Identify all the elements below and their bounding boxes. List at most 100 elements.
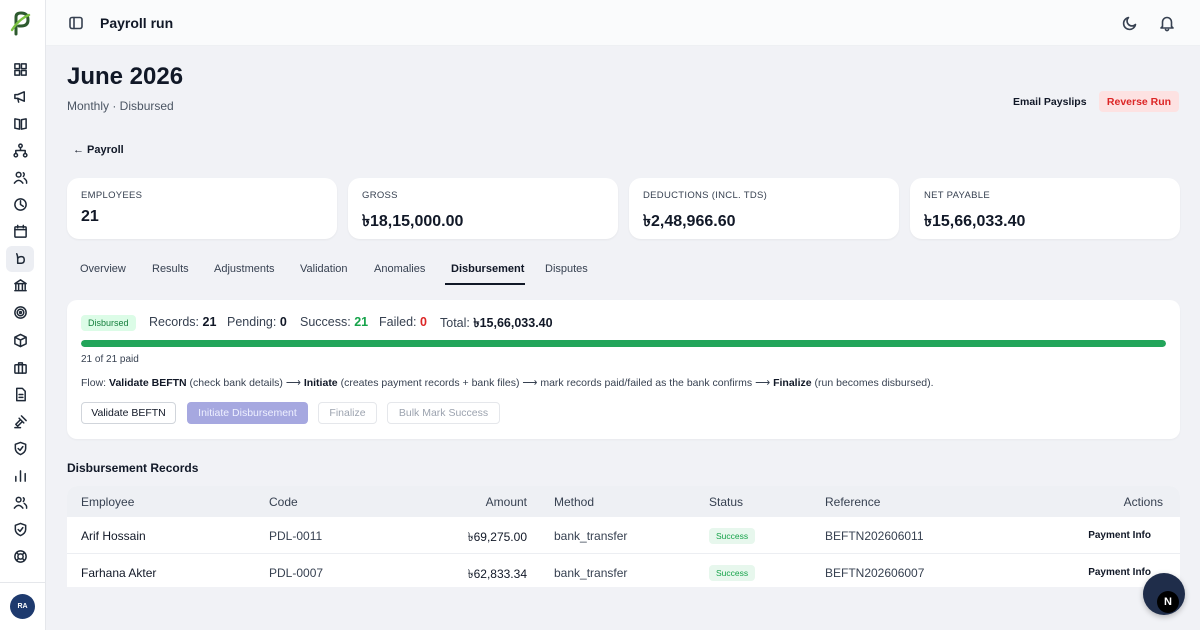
sidebar-divider xyxy=(0,582,46,583)
sidebar-item-org-chart[interactable] xyxy=(6,137,34,163)
top-bar: Payroll run xyxy=(46,0,1200,46)
book-icon xyxy=(13,117,27,130)
tab-results[interactable]: Results xyxy=(152,263,189,275)
progress-fill xyxy=(81,340,1166,347)
dashboard-icon xyxy=(13,62,27,76)
sidebar-item-package[interactable] xyxy=(6,327,34,353)
employee-code: PDL-0011 xyxy=(269,529,323,543)
sidebar-item-book[interactable] xyxy=(6,110,34,136)
sidebar-item-briefcase[interactable] xyxy=(6,354,34,380)
sidebar-item-clock[interactable] xyxy=(6,192,34,218)
page-subtitle: Monthly · Disbursed xyxy=(67,99,174,113)
reverse-run-button[interactable]: Reverse Run xyxy=(1099,91,1179,112)
validate-beftn-button[interactable]: Validate BEFTN xyxy=(81,402,176,424)
table-row[interactable]: Farhana Akter PDL-0007 ৳62,833.34 bank_t… xyxy=(67,554,1180,587)
stat-card-gross: GROSS ৳18,15,000.00 xyxy=(348,178,618,239)
org-chart-icon xyxy=(12,143,28,158)
stat-label: EMPLOYEES xyxy=(81,190,143,201)
package-icon xyxy=(13,333,27,347)
tab-anomalies[interactable]: Anomalies xyxy=(374,263,425,275)
clock-icon xyxy=(13,198,27,211)
sidebar-item-shield-check[interactable] xyxy=(6,517,34,543)
gavel-icon xyxy=(13,414,27,429)
finalize-button[interactable]: Finalize xyxy=(318,402,377,424)
stat-label: DEDUCTIONS (INCL. TDS) xyxy=(643,190,768,201)
column-header[interactable]: Code xyxy=(269,495,298,509)
flow-description: Flow: Validate BEFTN (check bank details… xyxy=(81,377,934,389)
sidebar-item-calendar[interactable] xyxy=(6,219,34,245)
calendar-icon xyxy=(13,224,27,238)
failed-summary: Failed: 0 xyxy=(379,315,427,329)
sidebar-item-dashboard[interactable] xyxy=(6,56,34,82)
method: bank_transfer xyxy=(554,529,628,543)
table-row[interactable]: Arif Hossain PDL-0011 ৳69,275.00 bank_tr… xyxy=(67,517,1180,554)
column-header[interactable]: Status xyxy=(709,495,743,509)
shield-check-icon xyxy=(14,522,26,537)
sidebar-item-users[interactable] xyxy=(6,164,34,190)
sidebar-item-payroll[interactable] xyxy=(6,245,34,272)
moon-icon[interactable] xyxy=(1121,14,1139,32)
stat-value: ৳2,48,966.60 xyxy=(643,213,736,230)
sidebar-item-shield[interactable] xyxy=(6,435,34,461)
records-title: Disbursement Records xyxy=(67,461,199,475)
column-header[interactable]: Method xyxy=(554,495,594,509)
sidebar-item-document[interactable] xyxy=(6,381,34,407)
pending-summary: Pending: 0 xyxy=(227,315,287,329)
sidebar: RA xyxy=(0,0,46,630)
status-badge: Success xyxy=(709,528,756,544)
sidebar-item-bank[interactable] xyxy=(6,273,34,299)
megaphone-icon xyxy=(13,90,25,103)
reference: BEFTN202606011 xyxy=(825,529,924,543)
stat-value: 21 xyxy=(81,208,99,225)
sidebar-toggle-icon[interactable] xyxy=(68,15,84,31)
initiate-disbursement-button[interactable]: Initiate Disbursement xyxy=(187,402,308,424)
employee-code: PDL-0007 xyxy=(269,566,324,580)
lifebuoy-icon xyxy=(13,550,27,564)
disbursement-records-table: Employee Code Amount Method Status Refer… xyxy=(67,486,1180,587)
sidebar-item-target[interactable] xyxy=(6,300,34,326)
payroll-icon xyxy=(15,253,25,265)
fab-badge[interactable]: N xyxy=(1157,591,1179,613)
total-summary: Total: ৳15,66,033.40 xyxy=(440,316,553,330)
app-title: Payroll run xyxy=(100,15,174,31)
bell-icon[interactable] xyxy=(1158,14,1176,32)
column-header[interactable]: Reference xyxy=(825,495,880,509)
tab-disbursement[interactable]: Disbursement xyxy=(451,263,524,275)
tab-validation[interactable]: Validation xyxy=(300,263,348,275)
bank-icon xyxy=(13,279,27,292)
sidebar-item-lifebuoy[interactable] xyxy=(6,544,34,570)
sidebar-item-team[interactable] xyxy=(6,490,34,516)
avatar[interactable]: RA xyxy=(10,594,35,619)
column-header[interactable]: Employee xyxy=(81,495,134,509)
records-summary: Records: 21 xyxy=(149,315,217,329)
sidebar-item-bar-chart[interactable] xyxy=(6,463,34,489)
team-icon xyxy=(13,496,27,509)
app-logo-icon[interactable] xyxy=(7,9,35,37)
page-title: June 2026 xyxy=(67,63,184,90)
sidebar-item-gavel[interactable] xyxy=(6,408,34,434)
employee-name: Arif Hossain xyxy=(81,529,146,543)
paid-count: 21 of 21 paid xyxy=(81,354,139,365)
target-icon xyxy=(13,306,27,320)
tab-overview[interactable]: Overview xyxy=(80,263,126,275)
column-header[interactable]: Amount xyxy=(486,495,527,509)
payment-info-link[interactable]: Payment Info xyxy=(1088,530,1151,541)
table-header: Employee Code Amount Method Status Refer… xyxy=(67,486,1180,517)
amount: ৳62,833.34 xyxy=(467,567,527,581)
back-to-payroll-link[interactable]: ← Payroll xyxy=(73,144,124,156)
success-summary: Success: 21 xyxy=(300,315,369,329)
bulk-mark-success-button[interactable]: Bulk Mark Success xyxy=(387,402,500,424)
payment-info-link[interactable]: Payment Info xyxy=(1088,567,1151,578)
stat-value: ৳18,15,000.00 xyxy=(362,213,464,230)
sidebar-item-megaphone[interactable] xyxy=(6,83,34,109)
bar-chart-icon xyxy=(14,470,26,482)
reference: BEFTN202606007 xyxy=(825,566,925,580)
tab-disputes[interactable]: Disputes xyxy=(545,263,588,275)
tab-adjustments[interactable]: Adjustments xyxy=(214,263,275,275)
email-payslips-button[interactable]: Email Payslips xyxy=(1003,91,1097,112)
amount: ৳69,275.00 xyxy=(467,530,527,544)
stat-label: GROSS xyxy=(362,190,398,201)
shield-icon xyxy=(14,441,26,456)
users-icon xyxy=(13,171,27,184)
method: bank_transfer xyxy=(554,566,628,580)
